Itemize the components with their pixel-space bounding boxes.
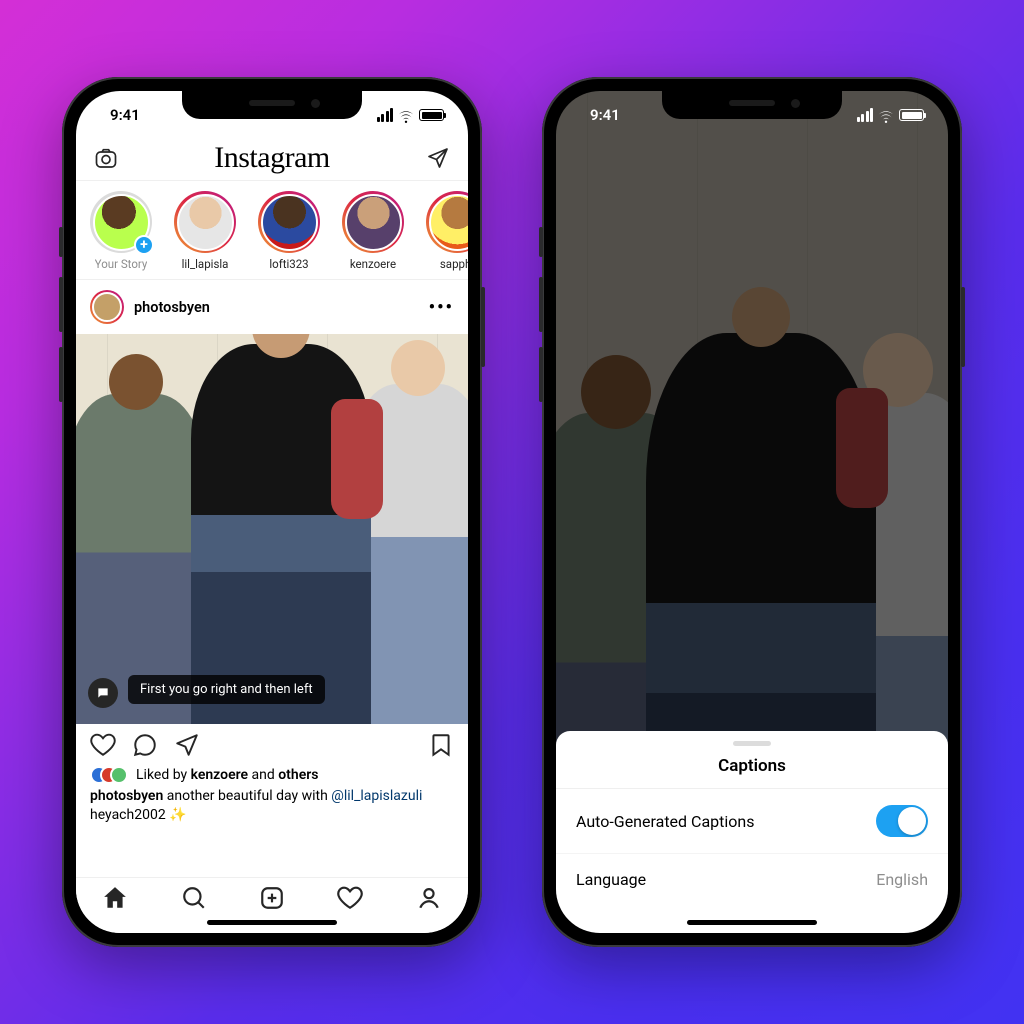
battery-icon [899,109,924,121]
story-item[interactable]: kenzoere [338,191,408,271]
notch [182,91,362,119]
post-actions [76,724,468,766]
screen-feed: 9:41 Instagram + Your Story [76,91,468,933]
app-header: Instagram [76,135,468,181]
add-story-icon[interactable]: + [134,235,154,255]
caption-line-2: heyach2002 ✨ [90,807,187,823]
story-label: lofti323 [269,257,308,271]
comment-icon[interactable] [132,732,158,762]
home-indicator[interactable] [687,920,817,925]
row-label: Language [576,870,646,889]
wifi-icon [398,109,414,121]
row-value: English [876,870,928,889]
nav-profile-icon[interactable] [416,885,442,915]
likes-avatars [90,766,128,784]
home-indicator[interactable] [207,920,337,925]
nav-search-icon[interactable] [181,885,207,915]
nav-activity-icon[interactable] [337,885,363,915]
status-right [857,104,927,122]
likes-others[interactable]: others [278,767,318,783]
sheet-title: Captions [556,756,948,789]
post-likes[interactable]: Liked by kenzoere and others [76,766,468,787]
phone-left: 9:41 Instagram + Your Story [62,77,482,947]
likes-first-user[interactable]: kenzoere [191,767,248,783]
story-your-story[interactable]: + Your Story [86,191,156,271]
row-auto-captions[interactable]: Auto-Generated Captions [556,789,948,854]
story-label: lil_lapisla [182,257,229,271]
notch [662,91,842,119]
captions-badge-icon[interactable] [88,678,118,708]
wifi-icon [878,109,894,121]
sheet-grabber[interactable] [733,741,771,746]
signal-icon [857,108,874,122]
story-label: sapphi [440,257,468,271]
signal-icon [377,108,394,122]
post-media[interactable]: First you go right and then left [76,334,468,724]
messages-icon[interactable] [424,144,452,172]
more-options-icon[interactable]: ••• [429,297,454,318]
nav-create-icon[interactable] [259,885,285,915]
video-caption-text: First you go right and then left [128,675,325,704]
story-item[interactable]: lil_lapisla [170,191,240,271]
stories-row[interactable]: + Your Story lil_lapisla lofti323 kenzoe… [76,181,468,280]
screen-captions-settings: 9:41 Captions Auto-Generated Captions La… [556,91,948,933]
save-icon[interactable] [428,732,454,762]
battery-icon [419,109,444,121]
caption-mention[interactable]: @lil_lapislazuli [331,788,422,804]
status-right [377,104,447,122]
story-item[interactable]: lofti323 [254,191,324,271]
like-icon[interactable] [90,732,116,762]
story-label: Your Story [95,257,148,271]
nav-home-icon[interactable] [102,885,128,915]
status-time: 9:41 [578,102,620,124]
story-label: kenzoere [350,257,396,271]
status-time: 9:41 [98,102,140,124]
share-icon[interactable] [174,732,200,762]
auto-captions-toggle[interactable] [876,805,928,837]
post-author-name[interactable]: photosbyen [134,299,419,316]
app-logo: Instagram [214,141,329,175]
post-caption: photosbyen another beautiful day with @l… [76,787,468,831]
story-item[interactable]: sapphi [422,191,468,271]
post-header: photosbyen ••• [76,280,468,334]
captions-sheet: Captions Auto-Generated Captions Languag… [556,731,948,933]
row-label: Auto-Generated Captions [576,812,754,831]
post-author-avatar[interactable] [90,290,124,324]
camera-icon[interactable] [92,144,120,172]
row-language[interactable]: Language English [556,854,948,905]
caption-author[interactable]: photosbyen [90,788,163,804]
phone-right: 9:41 Captions Auto-Generated Captions La… [542,77,962,947]
